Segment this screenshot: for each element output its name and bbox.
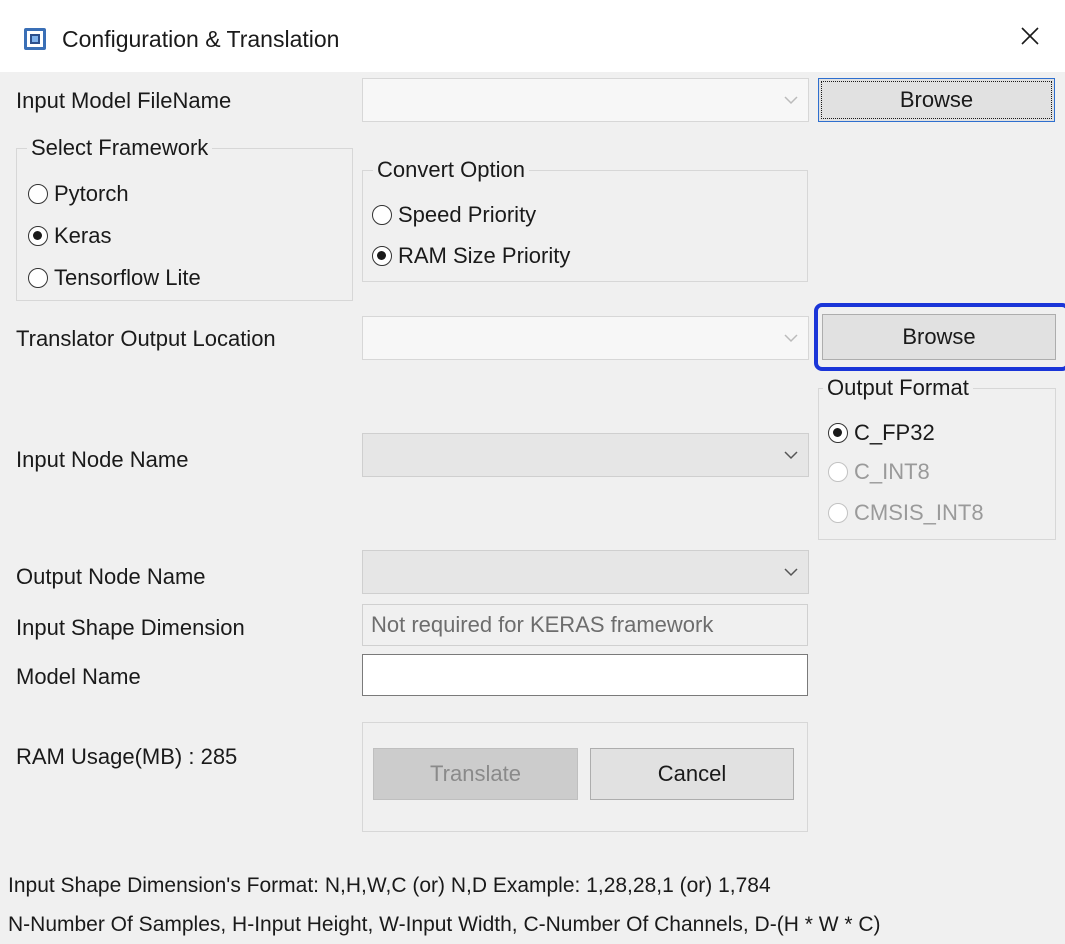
convert-radio-speed[interactable]: Speed Priority <box>372 202 536 228</box>
output-node-combo[interactable] <box>362 550 809 594</box>
output-location-label: Translator Output Location <box>16 326 276 351</box>
framework-radio-keras[interactable]: Keras <box>28 223 111 249</box>
cancel-button[interactable]: Cancel <box>590 748 794 800</box>
ram-usage-label: RAM Usage(MB) : 285 <box>16 744 238 769</box>
framework-option-label: Keras <box>54 223 112 248</box>
convert-option-label: RAM Size Priority <box>398 243 571 268</box>
model-name-label: Model Name <box>16 664 141 689</box>
radio-indicator <box>372 246 392 266</box>
convert-radio-ram[interactable]: RAM Size Priority <box>372 243 570 269</box>
input-shape-field: Not required for KERAS framework <box>362 604 808 646</box>
format-option-label: C_INT8 <box>854 459 930 484</box>
output-format-legend: Output Format <box>823 375 973 401</box>
radio-indicator <box>28 268 48 288</box>
title-bar: Configuration & Translation <box>0 0 1065 72</box>
radio-indicator <box>828 503 848 523</box>
input-node-label: Input Node Name <box>16 447 189 472</box>
framework-option-label: Tensorflow Lite <box>54 265 201 290</box>
footer-format-text: Input Shape Dimension's Format: N,H,W,C … <box>8 874 771 897</box>
footer-legend-text: N-Number Of Samples, H-Input Height, W-I… <box>8 913 881 936</box>
chevron-down-icon <box>784 334 798 343</box>
input-model-label: Input Model FileName <box>16 88 232 113</box>
input-model-combo[interactable] <box>362 78 809 122</box>
format-option-label: CMSIS_INT8 <box>854 500 984 525</box>
output-node-label: Output Node Name <box>16 564 206 589</box>
radio-indicator <box>28 184 48 204</box>
framework-radio-tflite[interactable]: Tensorflow Lite <box>28 265 201 291</box>
framework-radio-pytorch[interactable]: Pytorch <box>28 181 129 207</box>
radio-indicator <box>828 423 848 443</box>
close-button[interactable] <box>995 0 1065 72</box>
chevron-down-icon <box>784 451 798 460</box>
dialog-window: Configuration & Translation Input Model … <box>0 0 1065 944</box>
translate-button: Translate <box>373 748 578 800</box>
chevron-down-icon <box>784 96 798 105</box>
output-location-browse-button[interactable]: Browse <box>822 314 1056 360</box>
input-shape-label: Input Shape Dimension <box>16 615 245 640</box>
radio-indicator <box>372 205 392 225</box>
input-model-browse-button[interactable]: Browse <box>818 78 1055 122</box>
window-title: Configuration & Translation <box>62 26 340 52</box>
chevron-down-icon <box>784 568 798 577</box>
close-icon <box>1021 27 1039 45</box>
app-chip-icon <box>24 28 46 50</box>
model-name-input[interactable] <box>362 654 808 696</box>
convert-option-label: Speed Priority <box>398 202 537 227</box>
format-radio-c-int8: C_INT8 <box>828 459 930 485</box>
format-radio-cmsis-int8: CMSIS_INT8 <box>828 500 984 526</box>
framework-option-label: Pytorch <box>54 181 129 206</box>
radio-indicator <box>828 462 848 482</box>
output-location-combo[interactable] <box>362 316 809 360</box>
format-radio-c-fp32[interactable]: C_FP32 <box>828 420 935 446</box>
framework-legend: Select Framework <box>27 135 213 161</box>
radio-indicator <box>28 226 48 246</box>
format-option-label: C_FP32 <box>854 420 935 445</box>
convert-option-legend: Convert Option <box>373 157 529 183</box>
input-node-combo[interactable] <box>362 433 809 477</box>
